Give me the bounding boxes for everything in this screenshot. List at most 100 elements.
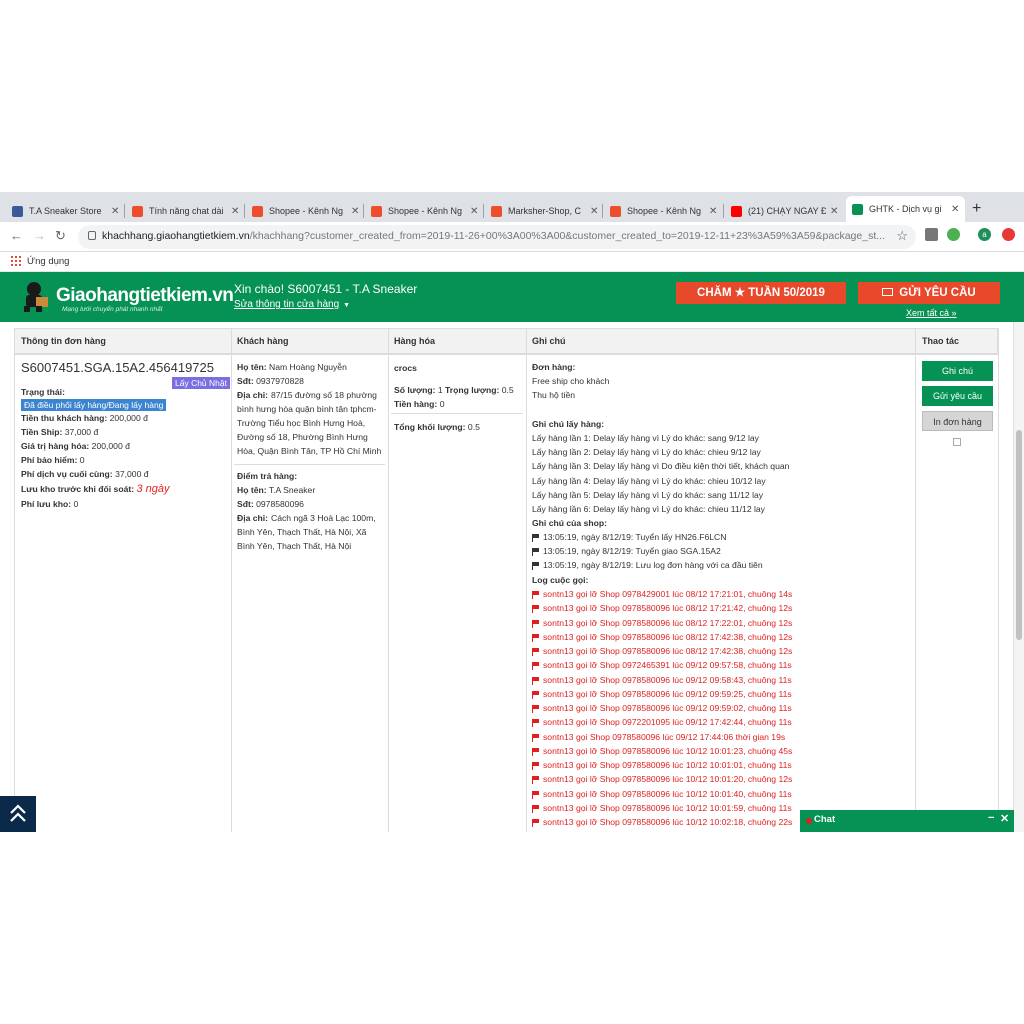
tab-separator xyxy=(602,204,603,218)
call-log-line: sontn13 gọi lỡ Shop 0978580096 lúc 10/12… xyxy=(532,787,792,801)
flag-icon xyxy=(532,690,540,699)
tab-title: Shopee - Kênh Ng xyxy=(388,206,463,216)
flag-icon xyxy=(532,705,540,713)
tab-separator xyxy=(723,204,724,218)
return-name-row: Họ tên: T.A Sneaker xyxy=(237,485,316,495)
browser-tab[interactable]: Shopee - Kênh Ng ✕ xyxy=(252,200,359,222)
see-all-link[interactable]: Xem tất cả » xyxy=(906,308,957,318)
tab-close-icon[interactable]: ✕ xyxy=(709,206,717,217)
browser-tab[interactable]: Tính năng chat dài ✕ xyxy=(132,200,239,222)
tab-close-icon[interactable]: ✕ xyxy=(231,206,239,217)
return-address-line: Bình Yên, Thạch Thất, Hà Nội, Xã xyxy=(237,527,367,537)
flag-icon xyxy=(532,648,540,656)
bookmark-apps-label[interactable]: Ứng dụng xyxy=(27,256,69,267)
chat-label[interactable]: Chat xyxy=(814,814,835,825)
goods-name: crocs xyxy=(394,363,417,373)
tab-favicon-icon xyxy=(610,205,621,217)
send-request-action-button[interactable]: Gửi yêu cầu xyxy=(922,386,993,406)
tab-close-icon[interactable]: ✕ xyxy=(590,206,598,217)
flag-icon xyxy=(532,662,540,671)
browser-tab[interactable]: Shopee - Kênh Ng ✕ xyxy=(610,200,717,222)
pickup-note-line: Lấy hàng lần 6: Delay lấy hàng vì Lý do … xyxy=(532,504,765,514)
forward-icon[interactable]: → xyxy=(33,228,46,243)
divider xyxy=(526,328,527,832)
apps-grid-icon[interactable] xyxy=(11,256,21,266)
tab-separator xyxy=(124,204,125,218)
browser-tab[interactable]: (21) CHẠY NGAY Đ ✕ xyxy=(731,200,838,222)
logo-mascot-icon xyxy=(24,282,48,312)
tab-title: Tính năng chat dài xyxy=(149,206,224,216)
divider xyxy=(388,328,389,832)
browser-tab[interactable]: GHTK - Dịch vụ gi ✕ xyxy=(846,196,966,222)
tab-close-icon[interactable]: ✕ xyxy=(830,206,838,217)
note-button[interactable]: Ghi chú xyxy=(922,361,993,381)
tab-favicon-icon xyxy=(12,205,23,217)
logo-text[interactable]: Giaohangtietkiem.vn xyxy=(56,285,234,307)
return-phone-row: Sđt: 0978580096 xyxy=(237,499,304,509)
chat-status-icon xyxy=(806,818,812,824)
browser-tab-strip: T.A Sneaker Store ✕ Tính năng chat dài ✕ Sho… xyxy=(0,192,1024,222)
divider xyxy=(14,328,15,832)
total-weight-row: Tổng khối lượng: 0.5 xyxy=(394,422,480,432)
tab-close-icon[interactable]: ✕ xyxy=(470,206,478,217)
flag-icon xyxy=(532,548,540,557)
table-header xyxy=(14,328,998,354)
browser-tab[interactable]: Marksher-Shop, C ✕ xyxy=(491,200,598,222)
call-log-line: sontn13 gọi lỡ Shop 0978580096 lúc 08/12… xyxy=(532,601,792,615)
scrollbar-thumb[interactable] xyxy=(1016,430,1022,640)
greeting: Xin chào! S6007451 - T.A Sneaker xyxy=(234,282,418,296)
extension-plus-icon[interactable] xyxy=(947,228,960,241)
chat-widget[interactable]: Chat − ✕ xyxy=(800,810,1014,832)
browser-tab[interactable]: T.A Sneaker Store ✕ xyxy=(12,200,119,222)
status-label: Trạng thái: xyxy=(21,387,65,397)
double-chevron-up-icon xyxy=(10,804,26,822)
minimize-icon[interactable]: − xyxy=(988,812,994,824)
call-log-line: sontn13 gọi lỡ Shop 0978580096 lúc 10/12… xyxy=(532,744,792,758)
edit-shop-link[interactable]: Sửa thông tin cửa hàng ▼ xyxy=(234,299,350,310)
lock-icon xyxy=(88,231,96,240)
address-bar[interactable]: khachhang.giaohangtietkiem.vn/khachhang?… xyxy=(78,225,916,249)
address-line: bình hưng hòa quận bình tân tphcm- xyxy=(237,404,377,414)
divider xyxy=(391,413,523,414)
flag-icon xyxy=(532,747,540,756)
tab-favicon-icon xyxy=(731,205,742,217)
logo-slogan: Mạng lưới chuyển phát nhanh nhất xyxy=(62,306,163,313)
scroll-to-top-button[interactable] xyxy=(0,796,36,832)
call-log-line: sontn13 gọi lỡ Shop 0972201095 lúc 09/12… xyxy=(532,715,792,729)
call-log-line: sontn13 gọi lỡ Shop 0978580096 lúc 09/12… xyxy=(532,701,792,715)
goods-money-row: Tiền hàng: 0 xyxy=(394,399,445,409)
print-order-button[interactable]: In đơn hàng xyxy=(922,411,993,431)
bookmark-star-icon[interactable]: ☆ xyxy=(896,228,908,244)
send-request-button[interactable]: GỬI YÊU CẦU xyxy=(858,282,1000,304)
profile-avatar[interactable]: a xyxy=(978,228,991,241)
return-address-label: Địa chỉ: xyxy=(237,513,269,523)
select-checkbox[interactable] xyxy=(953,438,961,446)
back-icon[interactable]: ← xyxy=(10,228,23,243)
url-text[interactable]: khachhang.giaohangtietkiem.vn/khachhang?… xyxy=(102,230,892,242)
divider xyxy=(998,328,999,832)
browser-tab[interactable]: Shopee - Kênh Ng ✕ xyxy=(371,200,478,222)
header-goods: Hàng hóa xyxy=(394,336,436,346)
screenshot: T.A Sneaker Store ✕ Tính năng chat dài ✕ Sho… xyxy=(0,192,1024,832)
week-ranking-button[interactable]: CHĂM ★ TUẦN 50/2019 xyxy=(676,282,846,304)
row-divider xyxy=(14,354,998,355)
address-line: Hòa, Quận Bình Tân, TP Hồ Chí Minh xyxy=(237,446,382,456)
tab-title: Shopee - Kênh Ng xyxy=(269,206,344,216)
reload-icon[interactable]: ↻ xyxy=(55,228,66,244)
close-icon[interactable]: ✕ xyxy=(1000,812,1009,825)
shop-note-line: 13:05:19, ngày 8/12/19: Lưu log đơn hàng… xyxy=(532,558,763,572)
page-scrollbar[interactable] xyxy=(1014,322,1024,832)
extension-icon[interactable] xyxy=(925,228,938,241)
tab-favicon-icon xyxy=(491,205,502,217)
order-code[interactable]: S6007451.SGA.15A2.456419725 xyxy=(21,360,214,375)
flag-icon xyxy=(532,790,540,799)
flag-icon xyxy=(532,562,540,571)
browser-toolbar: ← → ↻ khachhang.giaohangtietkiem.vn/khac… xyxy=(0,222,1024,252)
new-tab-icon[interactable]: + xyxy=(972,200,981,218)
flag-icon xyxy=(532,719,540,728)
tab-close-icon[interactable]: ✕ xyxy=(351,206,359,217)
tab-close-icon[interactable]: ✕ xyxy=(951,204,959,215)
divider xyxy=(231,328,232,832)
tab-close-icon[interactable]: ✕ xyxy=(111,206,119,217)
extension-red-icon[interactable] xyxy=(1002,228,1015,241)
